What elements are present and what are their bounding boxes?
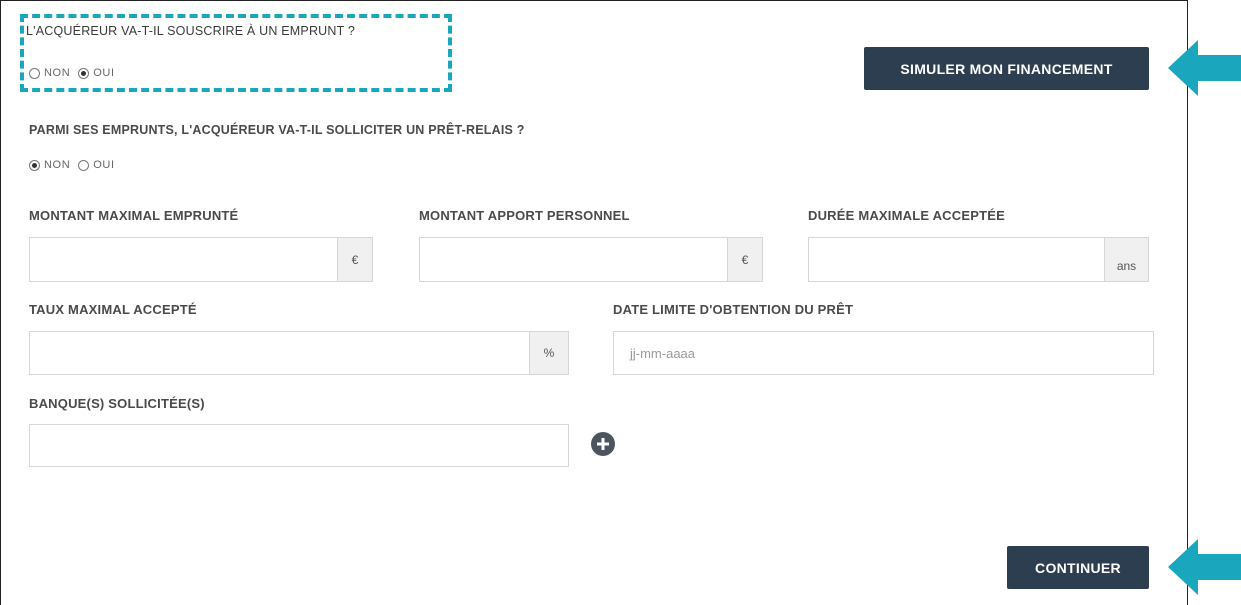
radio-non-icon[interactable]: [29, 67, 40, 79]
max-amount-label: MONTANT MAXIMAL EMPRUNTÉ: [29, 208, 239, 223]
loan-option-non[interactable]: NON: [29, 67, 70, 79]
max-duration-input[interactable]: [808, 237, 1105, 282]
max-rate-label: TAUX MAXIMAL ACCEPTÉ: [29, 302, 197, 317]
arrow-left-icon: [1168, 40, 1241, 96]
plus-icon: [597, 438, 609, 450]
personal-contribution-label: MONTANT APPORT PERSONNEL: [419, 208, 630, 223]
personal-contribution-input[interactable]: [419, 237, 728, 282]
max-rate-input[interactable]: [29, 331, 530, 375]
deadline-placeholder: jj-mm-aaaa: [630, 345, 696, 361]
loan-option-oui-label: OUI: [93, 67, 115, 79]
bridge-option-non-label: NON: [44, 159, 71, 171]
loan-option-non-label: NON: [44, 67, 71, 79]
radio-non-icon[interactable]: [29, 159, 40, 171]
loan-radio-group: NON OUI: [29, 67, 123, 79]
arrow-left-icon: [1168, 539, 1241, 595]
max-duration-unit: ans: [1105, 237, 1149, 282]
bridge-option-oui-label: OUI: [93, 159, 115, 171]
loan-option-oui[interactable]: OUI: [78, 67, 114, 79]
bridge-option-oui[interactable]: OUI: [78, 159, 114, 171]
radio-oui-icon[interactable]: [78, 159, 90, 171]
continue-button[interactable]: CONTINUER: [1007, 546, 1149, 589]
banks-label: BANQUE(S) SOLLICITÉE(S): [29, 396, 205, 411]
deadline-label: DATE LIMITE D'OBTENTION DU PRÊT: [613, 302, 854, 317]
bridge-loan-radio-group: NON OUI: [29, 159, 123, 171]
simulate-financing-button[interactable]: SIMULER MON FINANCEMENT: [864, 47, 1149, 90]
max-duration-label: DURÉE MAXIMALE ACCEPTÉE: [808, 208, 1005, 223]
banks-input[interactable]: [29, 424, 569, 467]
max-rate-unit: %: [530, 331, 569, 375]
bridge-loan-question-label: PARMI SES EMPRUNTS, L'ACQUÉREUR VA-T-IL …: [29, 123, 525, 137]
max-amount-input[interactable]: [29, 237, 338, 282]
deadline-input[interactable]: jj-mm-aaaa: [613, 331, 1154, 375]
bridge-option-non[interactable]: NON: [29, 159, 70, 171]
loan-question-label: L'ACQUÉREUR VA-T-IL SOUSCRIRE À UN EMPRU…: [26, 24, 356, 38]
add-bank-button[interactable]: [591, 432, 615, 456]
personal-contribution-unit: €: [728, 237, 763, 282]
max-amount-unit: €: [338, 237, 373, 282]
radio-oui-icon[interactable]: [78, 67, 90, 79]
